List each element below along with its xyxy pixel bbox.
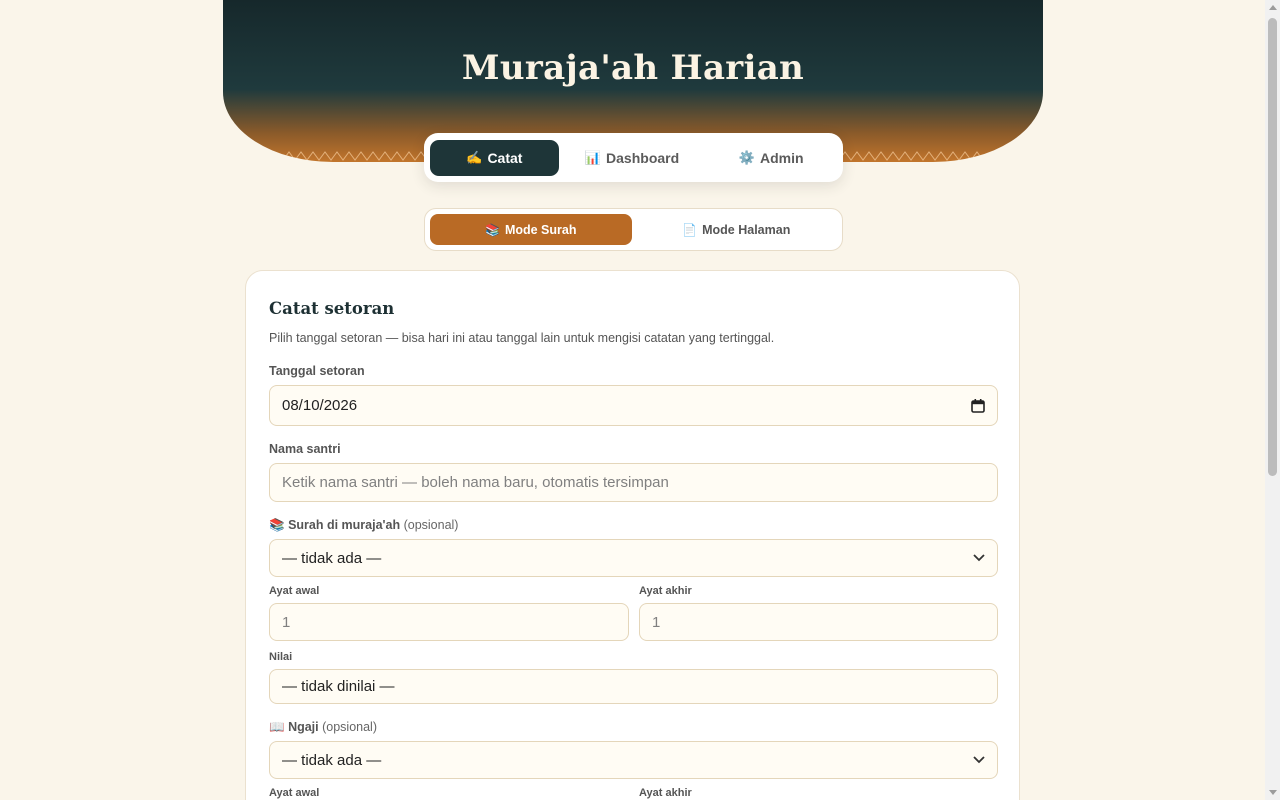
mode-toggle: 📚 Mode Surah 📄 Mode Halaman xyxy=(424,208,843,251)
ngaji-selected-value: — tidak ada — xyxy=(282,751,382,769)
open-book-icon: 📖 xyxy=(269,720,285,734)
ayat-akhir-input[interactable]: 1 xyxy=(639,603,998,641)
nilai-selected-value: — tidak dinilai — xyxy=(282,678,395,695)
ngaji-ayat-akhir-label: Ayat akhir xyxy=(639,787,692,799)
ayat-akhir-placeholder: 1 xyxy=(652,613,661,631)
form-title: Catat setoran xyxy=(269,299,395,318)
page-title: Muraja'ah Harian xyxy=(461,48,805,88)
mode-surah-button[interactable]: 📚 Mode Surah xyxy=(430,214,632,245)
tab-catat[interactable]: ✍️ Catat xyxy=(430,139,559,176)
ayat-awal-placeholder: 1 xyxy=(282,613,291,631)
nilai-label: Nilai xyxy=(269,651,293,663)
scrollbar-thumb[interactable] xyxy=(1268,18,1277,476)
name-label: Nama santri xyxy=(269,442,341,456)
ngaji-label-text: Ngaji xyxy=(288,720,319,734)
tab-label: Admin xyxy=(759,149,804,166)
page-scrollbar[interactable] xyxy=(1265,0,1280,800)
gear-icon: ⚙️ xyxy=(738,149,755,165)
tab-admin[interactable]: ⚙️ Admin xyxy=(705,140,837,176)
tab-dashboard[interactable]: 📊 Dashboard xyxy=(563,140,702,176)
form-description: Pilih tanggal setoran — bisa hari ini at… xyxy=(269,331,775,345)
ayat-awal-input[interactable]: 1 xyxy=(269,603,629,641)
date-label: Tanggal setoran xyxy=(269,364,365,378)
writing-hand-icon: ✍️ xyxy=(466,149,483,165)
scroll-down-arrow-icon[interactable] xyxy=(1269,790,1277,795)
ngaji-select[interactable]: — tidak ada — xyxy=(269,741,998,779)
date-value: 08/10/2026 xyxy=(282,397,358,414)
tab-label: Catat xyxy=(487,149,523,166)
optional-tag: (opsional) xyxy=(322,720,377,734)
ayat-awal-label: Ayat awal xyxy=(269,585,320,597)
surah-select[interactable]: — tidak ada — xyxy=(269,539,998,577)
optional-tag: (opsional) xyxy=(403,518,459,532)
mode-label: Mode Surah xyxy=(504,222,577,237)
tab-label: Dashboard xyxy=(606,149,680,166)
books-icon: 📚 xyxy=(269,518,285,532)
surah-selected-value: — tidak ada — xyxy=(282,549,382,567)
main-nav: ✍️ Catat 📊 Dashboard ⚙️ Admin xyxy=(424,133,843,182)
scroll-up-arrow-icon[interactable] xyxy=(1269,5,1277,10)
setoran-form-card: Catat setoran Pilih tanggal setoran — bi… xyxy=(245,270,1020,800)
chevron-down-icon xyxy=(973,554,985,562)
chart-icon: 📊 xyxy=(584,149,602,165)
surah-label: 📚 Surah di muraja'ah (opsional) xyxy=(269,518,458,533)
ngaji-label: 📖 Ngaji (opsional) xyxy=(269,720,377,735)
nilai-select[interactable]: — tidak dinilai — xyxy=(269,669,998,704)
page-icon: 📄 xyxy=(682,222,698,237)
santri-name-input[interactable]: Ketik nama santri — boleh nama baru, oto… xyxy=(269,463,998,502)
chevron-down-icon xyxy=(973,756,985,764)
ayat-akhir-label: Ayat akhir xyxy=(639,585,692,597)
name-placeholder: Ketik nama santri — boleh nama baru, oto… xyxy=(282,474,669,491)
books-icon: 📚 xyxy=(485,222,500,237)
ngaji-ayat-awal-label: Ayat awal xyxy=(269,787,320,799)
mode-label: Mode Halaman xyxy=(702,222,791,237)
date-input[interactable]: 08/10/2026 xyxy=(269,385,998,426)
mode-halaman-button[interactable]: 📄 Mode Halaman xyxy=(636,214,838,245)
calendar-icon[interactable] xyxy=(971,398,985,413)
surah-label-text: Surah di muraja'ah xyxy=(288,518,401,532)
